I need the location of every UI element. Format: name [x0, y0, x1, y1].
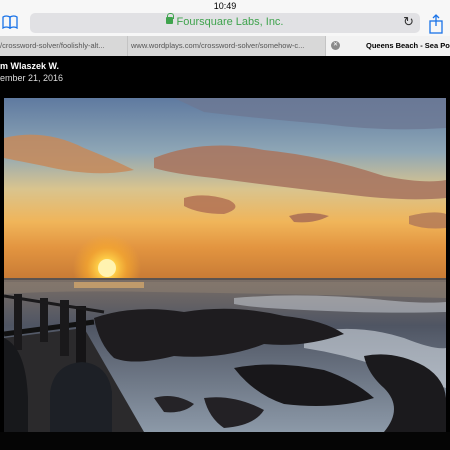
- tab-crossword-foolishly[interactable]: /crossword-solver/foolishly-alt...: [0, 36, 128, 56]
- browser-toolbar: Foursquare Labs, Inc. ↻: [0, 12, 450, 36]
- sunset-ocean-photo[interactable]: [4, 98, 446, 432]
- share-icon[interactable]: [428, 14, 444, 34]
- address-text: Foursquare Labs, Inc.: [30, 13, 420, 28]
- bookmarks-icon[interactable]: [2, 15, 18, 29]
- tab-label: Queens Beach - Sea Poin: [366, 41, 450, 50]
- close-tab-icon[interactable]: ✕: [331, 41, 340, 50]
- tab-label: /crossword-solver/foolishly-alt...: [0, 41, 105, 50]
- bottom-strip: [0, 432, 450, 450]
- status-time: 10:49: [213, 1, 237, 11]
- address-field[interactable]: Foursquare Labs, Inc. ↻: [30, 13, 420, 33]
- tab-bar: /crossword-solver/foolishly-alt... www.w…: [0, 36, 450, 56]
- tab-queens-beach[interactable]: Queens Beach - Sea Poin: [326, 36, 450, 56]
- photo-image: [4, 98, 446, 432]
- site-name: Foursquare Labs, Inc.: [176, 16, 284, 28]
- tab-label: www.wordplays.com/crossword-solver/someh…: [131, 41, 305, 50]
- reload-icon[interactable]: ↻: [403, 15, 414, 29]
- photo-author[interactable]: m Wlaszek W.: [0, 61, 59, 71]
- photo-date: ember 21, 2016: [0, 73, 64, 83]
- tab-wordplays-somehow[interactable]: www.wordplays.com/crossword-solver/someh…: [128, 36, 326, 56]
- photo-header: m Wlaszek W. ember 21, 2016: [0, 56, 450, 96]
- lock-icon: [166, 13, 175, 24]
- status-bar: 10:49: [0, 0, 450, 12]
